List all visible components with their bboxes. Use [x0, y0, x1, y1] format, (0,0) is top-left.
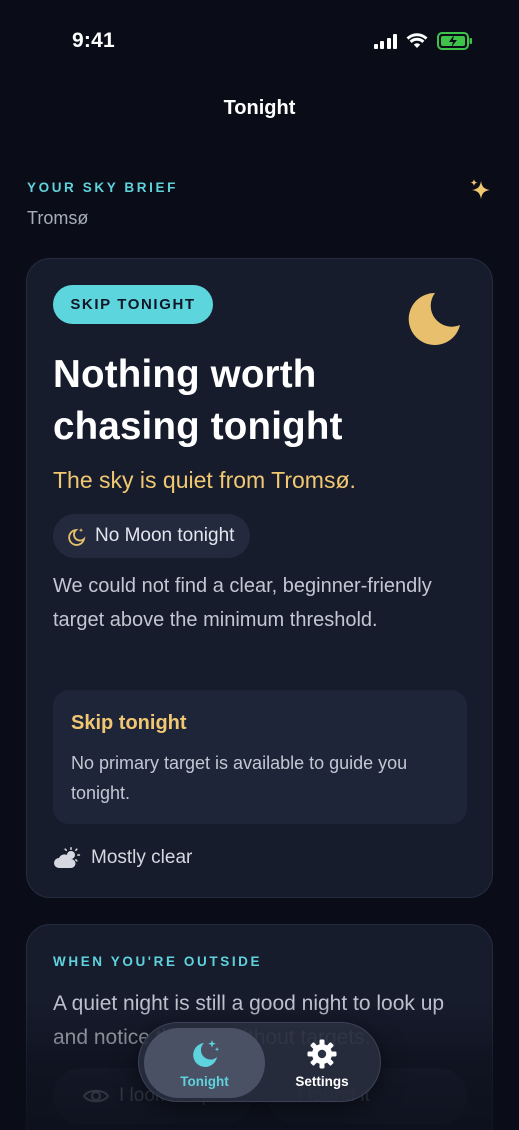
- battery-charging-icon: [437, 32, 472, 50]
- card-description: We could not find a clear, beginner-frie…: [53, 575, 432, 631]
- outside-eyebrow: WHEN YOU'RE OUTSIDE: [53, 954, 263, 969]
- tab-settings-label: Settings: [295, 1073, 349, 1089]
- subline: The sky is quiet from Tromsø.: [53, 467, 356, 493]
- nav-title: Tonight: [223, 97, 296, 119]
- verdict-badge: SKIP TONIGHT: [53, 285, 213, 324]
- tab-bar: Tonight Settings: [138, 1022, 381, 1102]
- moon-chip: No Moon tonight: [53, 514, 251, 558]
- advice-box: Skip tonight No primary target is availa…: [53, 690, 467, 824]
- sparkles-icon: [470, 179, 490, 199]
- section-eyebrow: YOUR SKY BRIEF: [27, 180, 178, 195]
- tab-tonight[interactable]: Tonight: [144, 1028, 265, 1098]
- tab-settings[interactable]: Settings: [267, 1028, 377, 1098]
- advice-title: Skip tonight: [71, 712, 187, 734]
- moon-stars-icon: [68, 528, 86, 546]
- moon-stars-icon: [192, 1039, 219, 1067]
- status-time: 9:41: [72, 29, 115, 52]
- headline: Nothing worth chasing tonight: [53, 353, 343, 448]
- gear-icon: [307, 1039, 337, 1068]
- location-label: Tromsø: [27, 208, 89, 228]
- weather-label: Mostly clear: [91, 847, 193, 868]
- status-icons: [373, 32, 474, 50]
- sky-brief-card: SKIP TONIGHT Nothing worth chasing tonig…: [26, 258, 493, 898]
- cellular-signal-icon: [373, 33, 397, 49]
- advice-body: No primary target is available to guide …: [71, 753, 408, 803]
- tab-tonight-label: Tonight: [180, 1073, 229, 1089]
- partly-cloudy-icon: [54, 847, 81, 868]
- screen: 9:41 Tonight YOUR SKY BRIEF Tromsø SKIP …: [0, 0, 519, 1130]
- weather-row: Mostly clear: [53, 847, 192, 869]
- moon-chip-label: No Moon tonight: [95, 525, 235, 546]
- eye-icon: [83, 1089, 109, 1103]
- crescent-moon-icon: [408, 292, 460, 345]
- wifi-icon: [406, 33, 428, 48]
